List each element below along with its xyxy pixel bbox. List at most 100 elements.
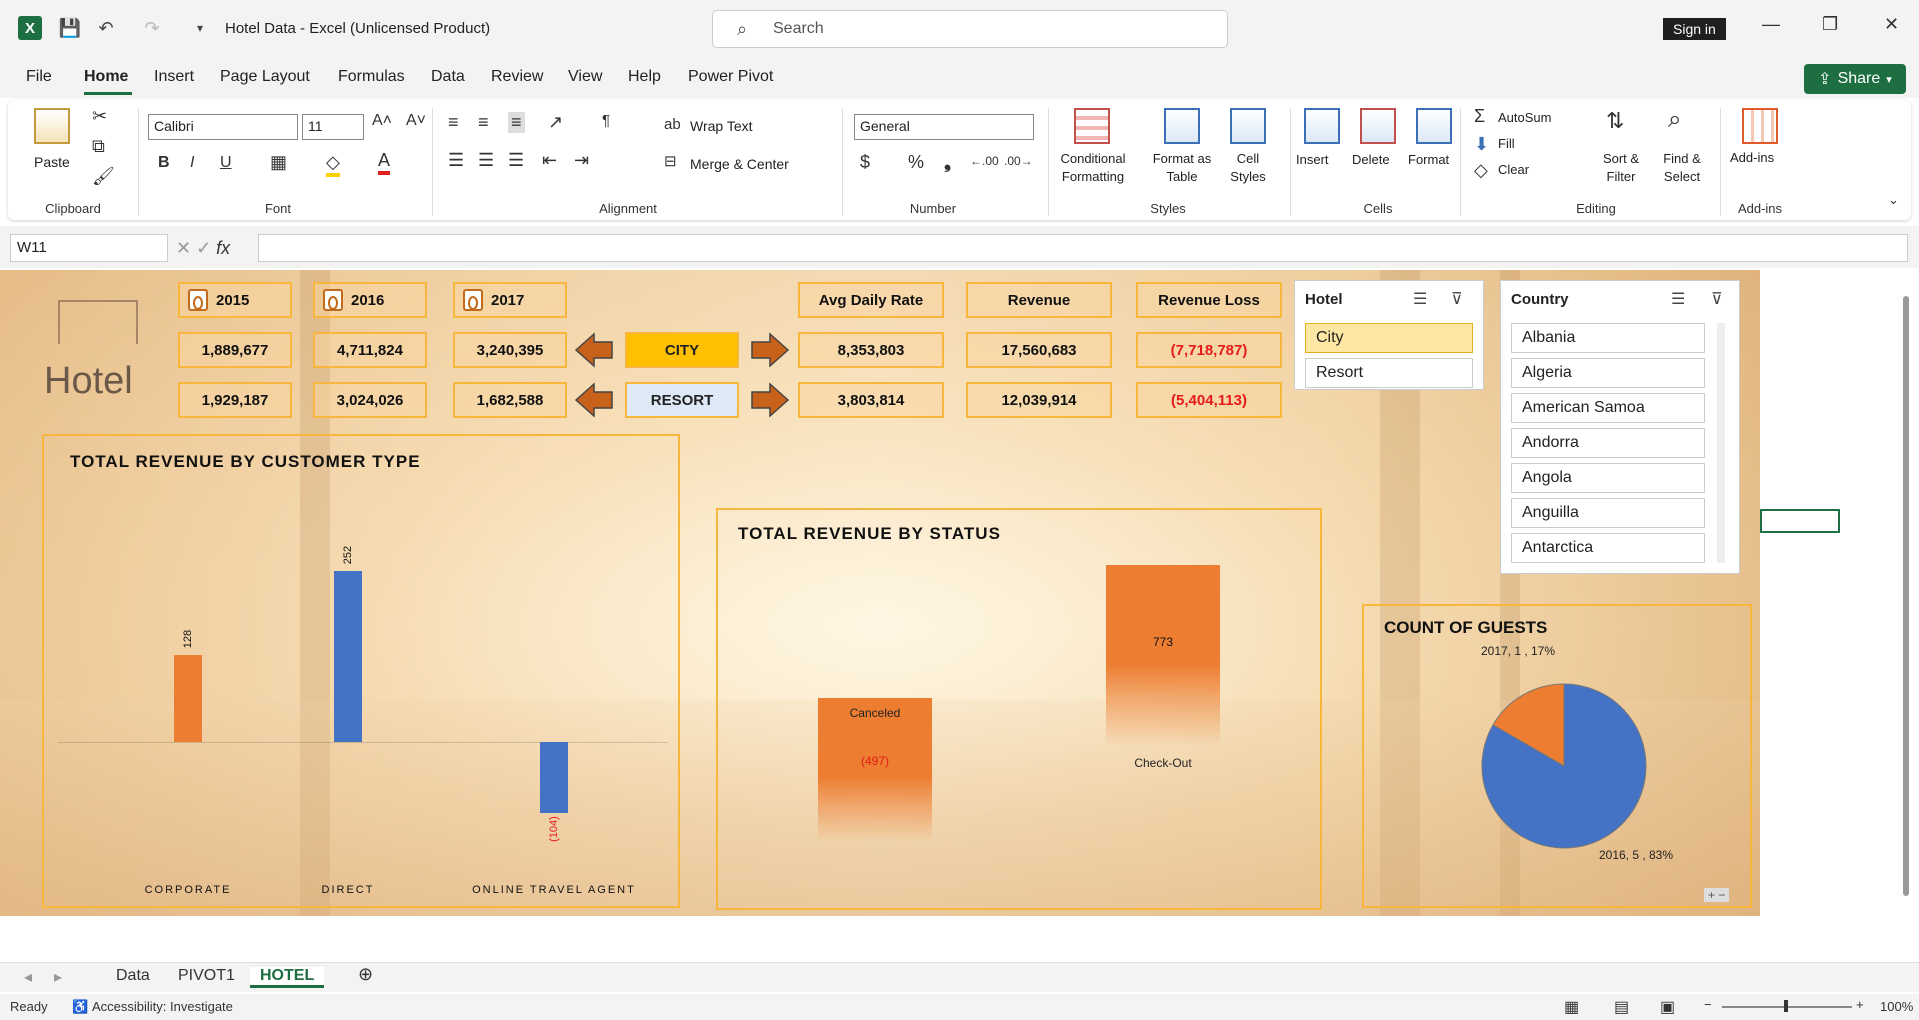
sign-in-button[interactable]: Sign in (1663, 18, 1726, 40)
name-box[interactable]: W11 (10, 234, 168, 262)
copy-icon[interactable]: ⧉ (92, 136, 105, 157)
zoom-slider-thumb[interactable] (1784, 1000, 1788, 1012)
insert-cells-button[interactable]: Insert (1296, 152, 1329, 167)
orientation-icon[interactable]: ↗ (548, 112, 563, 133)
search-box[interactable]: ⌕ Search (712, 10, 1228, 48)
vertical-scroll-thumb[interactable] (1903, 296, 1909, 896)
sheet-tab-data[interactable]: Data (116, 967, 150, 985)
add-sheet-icon[interactable]: ⊕ (358, 964, 373, 985)
minimize-icon[interactable]: — (1762, 14, 1780, 35)
slicer-item-country[interactable]: Algeria (1511, 358, 1705, 388)
number-format-select[interactable]: General (854, 114, 1034, 140)
cell-styles-icon[interactable] (1230, 108, 1266, 144)
delete-cells-button[interactable]: Delete (1352, 152, 1390, 167)
format-as-table-icon[interactable] (1164, 108, 1200, 144)
percent-icon[interactable]: % (908, 152, 924, 173)
normal-view-icon[interactable]: ▦ (1564, 997, 1579, 1017)
increase-indent-icon[interactable]: ⇥ (574, 150, 589, 171)
zoom-out-icon[interactable]: − (1704, 997, 1712, 1012)
accessibility-status[interactable]: Accessibility: Investigate (92, 999, 233, 1014)
prev-sheet-icon[interactable]: ◂ (24, 967, 32, 987)
tab-home[interactable]: Home (84, 68, 128, 86)
slicer-item-country[interactable]: Antarctica (1511, 533, 1705, 563)
decrease-indent-icon[interactable]: ⇤ (542, 150, 557, 171)
cut-icon[interactable]: ✂ (92, 106, 107, 127)
find-select-icon[interactable]: ⌕ (1668, 106, 1681, 134)
underline-icon[interactable]: U (220, 154, 232, 172)
font-name-select[interactable]: Calibri (148, 114, 298, 140)
multi-select-icon[interactable]: ☰ (1671, 289, 1685, 309)
paste-label[interactable]: Paste (34, 154, 70, 170)
find-select-button[interactable]: Find & Select (1654, 150, 1710, 186)
collapse-ribbon-icon[interactable]: ⌄ (1888, 192, 1899, 208)
slicer-item-country[interactable]: Albania (1511, 323, 1705, 353)
slicer-item-resort[interactable]: Resort (1305, 358, 1473, 388)
add-ins-button[interactable]: Add-ins (1730, 150, 1774, 165)
paste-icon[interactable] (34, 108, 70, 144)
decrease-decimal-icon[interactable]: .00→ (1004, 154, 1033, 168)
align-top-icon[interactable]: ≡ (448, 112, 459, 133)
italic-icon[interactable]: I (190, 154, 194, 172)
clear-filter-icon[interactable]: ⊽ (1451, 289, 1463, 309)
bold-icon[interactable]: B (158, 154, 170, 172)
slicer-item-country[interactable]: Anguilla (1511, 498, 1705, 528)
slicer-item-country[interactable]: Angola (1511, 463, 1705, 493)
sort-filter-icon[interactable]: ⇅ (1606, 108, 1624, 134)
page-layout-view-icon[interactable]: ▤ (1614, 997, 1629, 1017)
fill-color-icon[interactable]: ◇ (326, 152, 340, 177)
align-center-icon[interactable]: ☰ (478, 150, 494, 171)
cell-styles-button[interactable]: Cell Styles (1220, 150, 1276, 186)
format-painter-icon[interactable]: 🖌 (92, 166, 115, 187)
tab-formulas[interactable]: Formulas (338, 68, 405, 86)
fill-button[interactable]: Fill (1498, 136, 1515, 151)
slicer-scrollbar[interactable] (1717, 323, 1725, 563)
vertical-scrollbar[interactable] (1900, 276, 1912, 916)
add-ins-icon[interactable] (1742, 108, 1778, 144)
tab-page-layout[interactable]: Page Layout (220, 68, 310, 86)
align-left-icon[interactable]: ☰ (448, 150, 464, 171)
increase-font-icon[interactable]: A˄ (372, 112, 392, 130)
close-icon[interactable]: ✕ (1884, 14, 1899, 35)
zoom-controls[interactable]: + − (1704, 888, 1730, 902)
selected-cell[interactable] (1760, 509, 1840, 533)
formula-input[interactable] (258, 234, 1908, 262)
conditional-formatting-icon[interactable] (1074, 108, 1110, 144)
fx-icon[interactable]: ✕ ✓ fx (176, 238, 230, 259)
tab-help[interactable]: Help (628, 68, 661, 86)
zoom-level[interactable]: 100% (1880, 999, 1913, 1014)
conditional-formatting-button[interactable]: Conditional Formatting (1054, 150, 1132, 186)
format-cells-icon[interactable] (1416, 108, 1452, 144)
align-bottom-icon[interactable]: ≡ (508, 112, 525, 133)
format-as-table-button[interactable]: Format as Table (1144, 150, 1220, 186)
slicer-item-country[interactable]: Andorra (1511, 428, 1705, 458)
zoom-in-icon[interactable]: + (1856, 997, 1864, 1012)
customize-toolbar-icon[interactable]: ▾ (188, 16, 212, 40)
tab-insert[interactable]: Insert (154, 68, 194, 86)
borders-icon[interactable]: ▦ (270, 152, 287, 173)
align-middle-icon[interactable]: ≡ (478, 112, 489, 133)
page-break-view-icon[interactable]: ▣ (1660, 997, 1675, 1017)
font-size-select[interactable]: 11 (302, 114, 364, 140)
font-color-icon[interactable]: A (378, 150, 391, 175)
redo-icon[interactable]: ↷ (140, 16, 164, 40)
comma-style-icon[interactable]: ❟ (944, 152, 951, 173)
insert-cells-icon[interactable] (1304, 108, 1340, 144)
tab-file[interactable]: File (26, 68, 52, 86)
share-button[interactable]: ⇪ Share ▾ (1804, 64, 1906, 94)
currency-icon[interactable]: $ (860, 152, 870, 173)
tab-view[interactable]: View (568, 68, 602, 86)
merge-center-button[interactable]: Merge & Center (690, 156, 789, 172)
undo-icon[interactable]: ↶ (94, 16, 118, 40)
multi-select-icon[interactable]: ☰ (1413, 289, 1427, 309)
rtl-icon[interactable]: ¶ (602, 112, 610, 129)
clear-button[interactable]: Clear (1498, 162, 1529, 177)
wrap-text-button[interactable]: Wrap Text (690, 118, 753, 134)
increase-decimal-icon[interactable]: ←.00 (970, 154, 999, 168)
delete-cells-icon[interactable] (1360, 108, 1396, 144)
tab-data[interactable]: Data (431, 68, 465, 86)
sheet-tab-pivot1[interactable]: PIVOT1 (178, 967, 235, 985)
decrease-font-icon[interactable]: A˅ (406, 112, 426, 130)
slicer-item-country[interactable]: American Samoa (1511, 393, 1705, 423)
sheet-tab-hotel[interactable]: HOTEL (250, 967, 325, 988)
save-icon[interactable]: 💾 (58, 16, 82, 40)
